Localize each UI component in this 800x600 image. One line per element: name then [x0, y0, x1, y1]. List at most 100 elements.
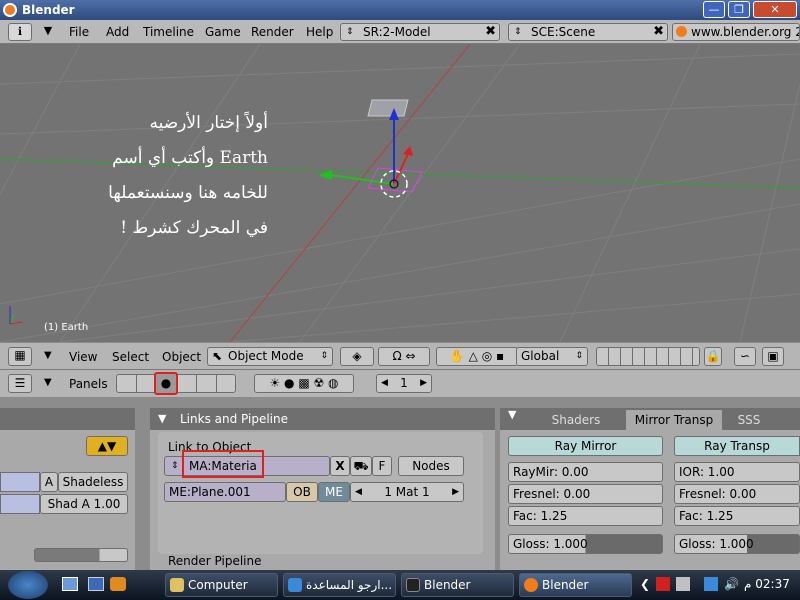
shadow-alpha-field[interactable]: Shad A 1.00 [40, 494, 128, 514]
tray-app-icon[interactable] [676, 577, 690, 591]
buttons-window: ▲▼ A Shadeless Shad A 1.00 ▼ Links and P… [0, 398, 800, 570]
mesh-field[interactable]: ME:Plane.001 [164, 482, 286, 502]
tab-shaders[interactable]: Shaders [528, 410, 624, 430]
task-computer[interactable]: Computer [165, 573, 278, 597]
menu-render[interactable]: Render [251, 25, 294, 39]
menu-view[interactable]: View [69, 350, 97, 364]
ray-mirror-button[interactable]: Ray Mirror [508, 436, 663, 456]
gloss-slider-transp[interactable]: Gloss: 1.000 [674, 534, 800, 554]
material-index-counter[interactable]: ◀ 1 Mat 1 ▶ [350, 482, 464, 502]
ob-button[interactable]: OB [286, 482, 318, 502]
up-down-arrows-icon[interactable]: ▲▼ [86, 436, 128, 456]
raymir-slider[interactable]: RayMir: 0.00 [508, 462, 663, 482]
console-icon [406, 578, 420, 592]
minimize-button[interactable]: — [703, 1, 725, 18]
task-blender-console[interactable]: Blender [401, 573, 514, 597]
fac-slider-transp[interactable]: Fac: 1.25 [674, 506, 800, 526]
tab-mirror-transp[interactable]: Mirror Transp [626, 410, 722, 430]
show-desktop-icon[interactable] [62, 577, 78, 591]
menu-file[interactable]: File [69, 25, 89, 39]
media-player-icon[interactable] [110, 577, 126, 591]
a-button[interactable]: A [40, 472, 58, 492]
mode-select[interactable]: ⬉ Object Mode ⇕ [207, 347, 333, 366]
lock-icon[interactable]: 🔒 [704, 347, 722, 366]
ray-transp-button[interactable]: Ray Transp [674, 436, 800, 456]
overlay-line: Earth وأكتب أي أسم [112, 148, 268, 168]
shadeless-button[interactable]: Shadeless [58, 472, 128, 492]
volume-icon[interactable]: 🔊 [724, 577, 739, 591]
f-button[interactable]: F [372, 456, 392, 476]
render-preview-icon[interactable]: ▣ [762, 347, 784, 366]
frame-number-field[interactable]: ◀ 1 ▶ [376, 374, 432, 393]
mirror-transp-panel: ▼ Shaders Mirror Transp SSS Ray Mirror R… [500, 408, 800, 570]
fresnel-slider-transp[interactable]: Fresnel: 0.00 [674, 484, 800, 504]
task-label: ارجو المساعدة... [306, 578, 393, 592]
window-type-buttons-icon[interactable]: ☰ [8, 374, 32, 393]
task-blender[interactable]: Blender [519, 573, 632, 597]
unlink-button[interactable]: X [330, 456, 350, 476]
right-arrow-icon: ▶ [420, 378, 427, 388]
manipulator-buttons[interactable]: ✋ △ ◎ ▪ [436, 347, 518, 366]
menu-bar: ℹ ▼ File Add Timeline Game Render Help ⇕… [0, 20, 800, 44]
links-panel-title: Links and Pipeline [180, 412, 288, 426]
blank-button[interactable] [0, 472, 40, 492]
highlight-box [182, 450, 264, 478]
collapse-triangle-icon[interactable]: ▼ [508, 408, 516, 421]
fake-user-icon[interactable]: ⛟ [350, 456, 372, 476]
layer-buttons[interactable] [596, 347, 700, 366]
window-type-grid-icon[interactable]: ▦ [8, 347, 32, 366]
tab-sss[interactable]: SSS [724, 410, 774, 430]
3d-viewport[interactable]: أولاً إختار الأرضيه Earth وأكتب أي أسم ل… [0, 44, 800, 342]
delete-scene-icon[interactable]: ✖ [653, 24, 664, 40]
clock[interactable]: 02:37 م [744, 577, 790, 591]
orientation-select[interactable]: Global ⇕ [516, 347, 588, 366]
menu-object[interactable]: Object [162, 350, 201, 364]
y-handle [393, 153, 409, 185]
task-label: Computer [188, 578, 248, 592]
pivot-button[interactable]: Ω ⇔ [378, 347, 430, 366]
collapse-menu-icon[interactable]: ▼ [44, 350, 52, 361]
info-window-icon[interactable]: ℹ [8, 23, 32, 41]
start-button-icon[interactable] [8, 571, 48, 599]
me-button[interactable]: ME [318, 482, 350, 502]
tab-bar: ▼ Shaders Mirror Transp SSS [500, 408, 800, 430]
slider[interactable] [34, 548, 128, 562]
collapse-menu-icon[interactable]: ▼ [44, 377, 52, 388]
task-browser[interactable]: ارجو المساعدة... [283, 573, 396, 597]
nodes-button[interactable]: Nodes [398, 456, 464, 476]
menu-timeline[interactable]: Timeline [143, 25, 194, 39]
material-context-icon[interactable]: ● [154, 372, 178, 395]
fac-slider[interactable]: Fac: 1.25 [508, 506, 663, 526]
browser-icon [288, 578, 302, 592]
overlay-line: أولاً إختار الأرضيه [149, 113, 269, 133]
collapse-menu-icon[interactable]: ▼ [38, 23, 58, 41]
gloss-slider[interactable]: Gloss: 1.000 [508, 534, 663, 554]
website-label: www.blender.org 2 [691, 25, 800, 39]
menu-add[interactable]: Add [106, 25, 129, 39]
network-icon[interactable] [704, 577, 718, 591]
menu-game[interactable]: Game [205, 25, 241, 39]
menu-help[interactable]: Help [306, 25, 333, 39]
fresnel-slider[interactable]: Fresnel: 0.00 [508, 484, 663, 504]
security-icon[interactable] [656, 577, 670, 591]
screen-selector[interactable]: ⇕ SR:2-Model ✖ [340, 23, 500, 41]
updown-arrows-icon: ⇕ [514, 27, 522, 37]
scene-selector[interactable]: ⇕ SCE:Scene ✖ [508, 23, 668, 41]
switch-windows-icon[interactable] [88, 577, 104, 591]
collapse-triangle-icon[interactable]: ▼ [158, 408, 166, 430]
subcontext-buttons[interactable]: ☀ ● ▩ ☢ ◍ [254, 374, 354, 393]
delete-screen-icon[interactable]: ✖ [485, 24, 496, 40]
ior-slider[interactable]: IOR: 1.00 [674, 462, 800, 482]
tray-expand-icon[interactable]: ❮ [640, 577, 650, 591]
website-link[interactable]: www.blender.org 2 [672, 23, 800, 41]
close-button[interactable]: ✕ [753, 1, 797, 18]
menu-select[interactable]: Select [112, 350, 149, 364]
restore-button[interactable]: ❐ [728, 1, 750, 18]
blank-button[interactable] [0, 494, 40, 514]
updown-arrows-icon: ⇕ [320, 351, 328, 361]
draw-type-button[interactable]: ◈ [340, 347, 374, 366]
links-panel-header[interactable]: ▼ Links and Pipeline [150, 408, 495, 430]
proportional-edit-icon[interactable]: ∽ [734, 347, 756, 366]
lamp-plane [367, 99, 409, 117]
scene-name: SCE:Scene [531, 25, 596, 39]
